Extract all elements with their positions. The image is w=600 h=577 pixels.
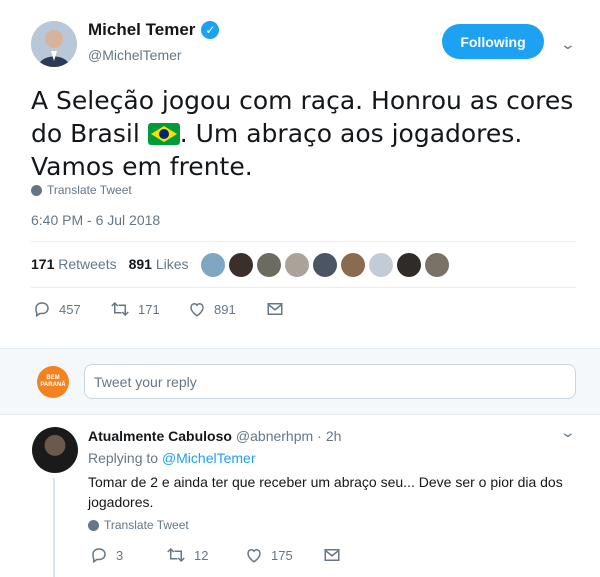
translate-label[interactable]: Translate Tweet [47, 183, 132, 197]
likes-stat[interactable]: 891 Likes [129, 256, 189, 272]
reply-chevron-down-icon[interactable]: ⌄ [560, 424, 576, 441]
main-tweet: Michel Temer ✓ @MichelTemer Following ⌄ … [0, 0, 600, 348]
replying-prefix: Replying to [88, 450, 159, 466]
reply-like-count: 175 [271, 547, 293, 563]
liker-avatar[interactable] [313, 253, 337, 277]
author-avatar[interactable] [31, 21, 77, 67]
retweet-icon [167, 547, 185, 563]
retweet-count: 171 [138, 301, 160, 317]
likes-count[interactable]: 891 [129, 256, 152, 272]
tweet-timestamp[interactable]: 6:40 PM - 6 Jul 2018 [31, 212, 160, 228]
liker-avatar[interactable] [229, 253, 253, 277]
reply-author-handle[interactable]: @abnerhpm [236, 428, 313, 444]
author-handle[interactable]: @MichelTemer [88, 47, 182, 63]
author-name-text[interactable]: Michel Temer [88, 20, 195, 40]
heart-icon [190, 302, 204, 317]
divider [31, 287, 576, 288]
divider [31, 241, 576, 242]
reply-count: 457 [59, 301, 81, 317]
tweet-stats: 171 Retweets 891 Likes [31, 256, 189, 272]
liker-avatar[interactable] [201, 253, 225, 277]
reply-retweet-action[interactable]: 12 [166, 546, 208, 564]
likers-avatars [201, 253, 449, 277]
globe-icon [31, 184, 42, 196]
like-count: 891 [214, 301, 236, 317]
direct-message-action[interactable] [266, 300, 284, 318]
reply-text: Tomar de 2 e ainda ter que receber um ab… [88, 474, 563, 510]
retweet-action[interactable]: 171 [110, 300, 160, 318]
reply-translate-link[interactable]: Translate Tweet [88, 518, 189, 532]
reply-author-name[interactable]: Atualmente Cabuloso [88, 428, 232, 444]
liker-avatar[interactable] [257, 253, 281, 277]
liker-avatar[interactable] [285, 253, 309, 277]
reply-icon [35, 302, 49, 318]
liker-avatar[interactable] [425, 253, 449, 277]
envelope-icon [324, 549, 340, 561]
current-user-avatar[interactable]: BEM PARANÁ [37, 366, 69, 398]
reply-header: Atualmente Cabuloso @abnerhpm · 2h [88, 428, 341, 444]
reply-retweet-count: 12 [194, 547, 209, 563]
author-name[interactable]: Michel Temer ✓ [88, 20, 220, 40]
liker-avatar[interactable] [341, 253, 365, 277]
retweet-icon [111, 301, 129, 317]
chevron-down-icon[interactable]: ⌄ [560, 36, 576, 53]
translate-tweet-link[interactable]: Translate Tweet [31, 183, 132, 197]
reply-translate-label[interactable]: Translate Tweet [104, 518, 189, 532]
reply-reply-count: 3 [116, 547, 124, 563]
reply-time[interactable]: 2h [326, 428, 342, 444]
tweet-reply-input[interactable] [84, 364, 576, 399]
liker-avatar[interactable] [397, 253, 421, 277]
retweets-count[interactable]: 171 [31, 256, 54, 272]
globe-icon [88, 519, 99, 531]
verified-badge-icon: ✓ [201, 21, 220, 39]
liker-avatar[interactable] [369, 253, 393, 277]
reply-reply-action[interactable]: 3 [90, 546, 123, 564]
reply-action[interactable]: 457 [33, 300, 81, 318]
following-button[interactable]: Following [442, 24, 544, 59]
tweet-text: A Seleção jogou com raça. Honrou as core… [31, 84, 581, 183]
replying-to: Replying to @MichelTemer [88, 450, 256, 466]
reply-separator: · [317, 428, 322, 444]
reply-author-avatar[interactable] [32, 427, 78, 473]
replying-to-link[interactable]: @MichelTemer [162, 450, 256, 466]
brazil-flag-icon [147, 120, 180, 145]
likes-label[interactable]: Likes [156, 256, 189, 272]
envelope-icon [267, 303, 283, 315]
heart-icon [247, 548, 261, 563]
reply-direct-message-action[interactable] [323, 546, 341, 564]
reply-icon [92, 548, 106, 564]
retweets-stat[interactable]: 171 Retweets [31, 256, 117, 272]
like-action[interactable]: 891 [188, 300, 236, 318]
reply-like-action[interactable]: 175 [245, 546, 293, 564]
thread-line [53, 478, 55, 577]
retweets-label[interactable]: Retweets [58, 256, 116, 272]
